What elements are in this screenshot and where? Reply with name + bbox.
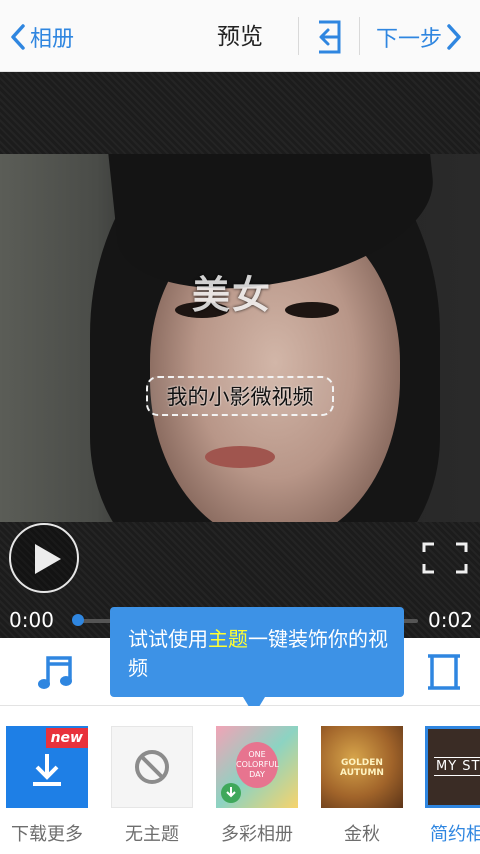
- video-player: 美女 我的小影微视频 0:00 0:02: [0, 72, 480, 638]
- theme-thumbnail: new: [6, 726, 88, 808]
- video-watermark: 美女: [192, 273, 273, 317]
- next-label: 下一步: [376, 27, 443, 52]
- no-theme-icon: [135, 750, 169, 784]
- music-button[interactable]: [36, 652, 76, 696]
- theme-thumbnail-text: GOLDEN AUTUMN: [340, 758, 384, 778]
- theme-label: 多彩相册: [221, 824, 293, 845]
- duration: 0:02: [428, 608, 473, 632]
- frame-icon: [428, 654, 460, 690]
- theme-label: 简约相册: [430, 824, 480, 845]
- theme-item-download-more[interactable]: new 下载更多: [6, 726, 88, 846]
- back-label: 相册: [30, 27, 75, 52]
- play-icon: [35, 544, 61, 574]
- theme-thumbnail-text: MY STO: [434, 757, 480, 776]
- theme-thumbnail: ONE COLORFUL DAY: [216, 726, 298, 808]
- divider: [359, 17, 360, 55]
- theme-item-simple[interactable]: MY STO 简约相册: [425, 726, 480, 846]
- fullscreen-button[interactable]: [422, 542, 468, 574]
- video-image-lips: [205, 446, 275, 468]
- theme-thumbnail: GOLDEN AUTUMN: [321, 726, 403, 808]
- tooltip-text-before: 试试使用: [128, 627, 208, 651]
- next-step-button[interactable]: 下一步: [376, 20, 462, 54]
- current-time: 0:00: [9, 608, 54, 632]
- import-button[interactable]: [310, 18, 348, 56]
- theme-item-golden-autumn[interactable]: GOLDEN AUTUMN 金秋: [321, 726, 403, 846]
- frame-button[interactable]: [426, 652, 462, 696]
- download-icon: [33, 754, 61, 786]
- tooltip-highlight: 主题: [208, 627, 248, 651]
- video-image-eye: [285, 302, 339, 318]
- play-button[interactable]: [9, 523, 79, 593]
- top-bar: 相册 预览 下一步: [0, 0, 480, 72]
- theme-thumbnail: [111, 726, 193, 808]
- back-to-album-button[interactable]: 相册: [10, 20, 74, 54]
- theme-hint-tooltip[interactable]: 试试使用主题一键装饰你的视频: [110, 607, 404, 697]
- music-note-icon: [38, 656, 72, 689]
- fullscreen-icon: [422, 542, 468, 574]
- theme-thumbnail-text: ONE COLORFUL DAY: [236, 742, 279, 788]
- import-icon: [319, 20, 341, 54]
- chevron-left-icon: [11, 24, 25, 50]
- theme-label: 金秋: [344, 824, 380, 845]
- theme-item-colorful[interactable]: ONE COLORFUL DAY 多彩相册: [216, 726, 298, 846]
- video-frame[interactable]: 美女 我的小影微视频: [0, 154, 480, 522]
- theme-list[interactable]: new 下载更多 无主题 ONE COLORFUL DAY 多彩相册 GOLDE…: [0, 706, 480, 854]
- divider: [298, 17, 299, 55]
- theme-item-none[interactable]: 无主题: [111, 726, 193, 846]
- download-badge-icon: [221, 783, 241, 803]
- caption-text-box[interactable]: 我的小影微视频: [146, 376, 334, 416]
- theme-label: 无主题: [125, 824, 179, 845]
- page-title: 预览: [217, 24, 263, 50]
- theme-label: 下载更多: [11, 824, 83, 845]
- theme-thumbnail: MY STO: [425, 726, 480, 808]
- progress-thumb[interactable]: [72, 614, 84, 626]
- chevron-right-icon: [447, 24, 461, 50]
